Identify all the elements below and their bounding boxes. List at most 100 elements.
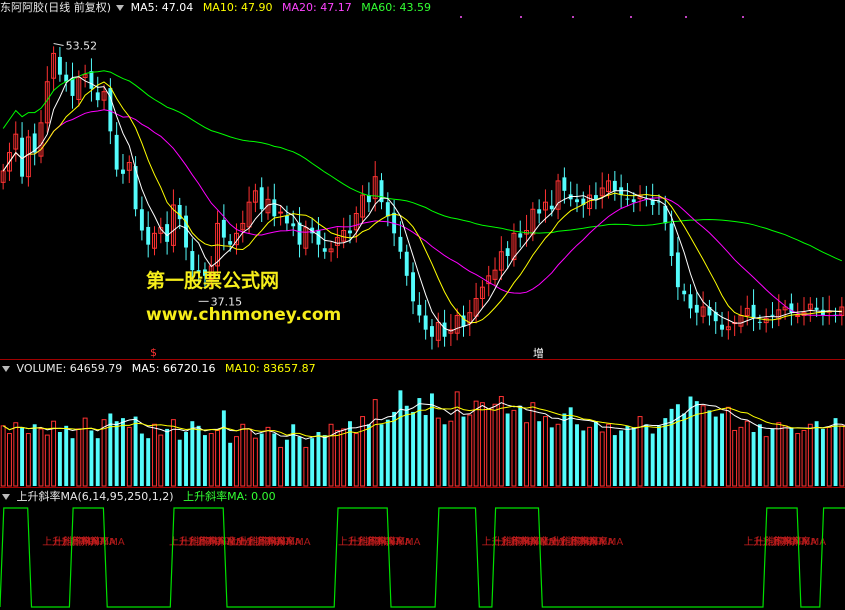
candle-body: [165, 224, 170, 242]
volume-bar: [310, 438, 315, 486]
ma5-readout: MA5: 47.04: [130, 1, 194, 14]
volume-bar: [650, 433, 655, 486]
volume-bar: [839, 425, 845, 487]
volume-bar: [732, 429, 738, 487]
stock-title[interactable]: 东阿阿胶(日线 前复权): [0, 1, 111, 14]
candle-body: [411, 272, 415, 302]
watermark-title: 第一股票公式网: [146, 270, 280, 292]
dropdown-icon[interactable]: [2, 493, 10, 500]
volume-bar: [442, 424, 447, 486]
volume-bar: [322, 435, 327, 486]
volume-bar: [38, 428, 44, 487]
volume-bar: [126, 426, 132, 487]
candle-body: [537, 209, 542, 214]
watermark-url: www.chnmoney.com: [146, 305, 342, 325]
indicator-signal-label: 上升斜率MA: [255, 535, 311, 548]
volume-readout: VOLUME: 64659.79: [16, 362, 123, 375]
volume-bar: [165, 428, 170, 486]
volume-bar: [278, 446, 284, 487]
candle-body: [505, 248, 510, 256]
volume-bar: [631, 427, 636, 486]
candle-body: [423, 315, 428, 330]
volume-bar: [657, 425, 661, 486]
volume-bar: [612, 435, 617, 486]
volume-bar: [379, 424, 384, 486]
volume-bar: [95, 438, 100, 486]
indicator-signal-label: 上升斜率MA: [365, 535, 421, 548]
candle-body: [228, 241, 233, 245]
high-price-label: 53.52: [66, 40, 98, 53]
chart-canvas[interactable]: 53.5237.15$ 增上升斜率MA上升斜率MA上升斜率MA上升斜率MA 上升斜率…: [0, 0, 845, 610]
volume-bar: [184, 432, 188, 486]
indicator-name[interactable]: 上升斜率MA(6,14,95,250,1,2): [17, 490, 174, 503]
volume-bar: [353, 433, 359, 487]
volume-bar: [713, 416, 718, 486]
price-panel-header: 东阿阿胶(日线 前复权) MA5: 47.04 MA10: 47.90 MA20…: [0, 0, 437, 16]
volume-bar: [366, 424, 371, 486]
volume-bar: [121, 418, 125, 486]
volume-bar: [833, 418, 838, 486]
volume-bar: [101, 419, 107, 487]
indicator-panel-header: 上升斜率MA(6,14,95,250,1,2) 上升斜率MA: 0.00: [0, 489, 282, 505]
candle-body: [221, 219, 226, 238]
candle-body: [625, 198, 630, 200]
candle-body: [322, 248, 327, 252]
volume-panel-header: VOLUME: 64659.79 MA5: 66720.16 MA10: 836…: [0, 361, 322, 377]
volume-bar: [234, 436, 239, 487]
volume-bar: [720, 413, 724, 486]
volume-bar: [498, 396, 504, 487]
ma5-line: [2, 76, 842, 332]
volume-bar: [568, 407, 573, 486]
candle-body: [688, 294, 693, 309]
candle-body: [291, 223, 296, 227]
volume-bar: [208, 433, 214, 487]
volume-bar: [757, 424, 762, 486]
volume-bar: [606, 423, 611, 487]
volume-bar: [619, 430, 624, 486]
volume-bar: [228, 442, 233, 486]
volume-bar: [795, 433, 801, 487]
volume-bar: [751, 432, 756, 486]
volume-bar: [524, 422, 530, 487]
volume-bar: [32, 424, 37, 486]
ma10-readout: MA10: 47.90: [202, 1, 273, 14]
volume-bar: [0, 425, 6, 487]
volume-bar: [158, 434, 164, 487]
indicator-readout: 上升斜率MA: 0.00: [183, 490, 276, 503]
ma60-readout: MA60: 43.59: [361, 1, 431, 14]
volume-bar: [814, 421, 819, 486]
volume-bar: [820, 428, 825, 486]
candle-body: [675, 252, 680, 288]
dropdown-icon[interactable]: [2, 365, 10, 372]
volume-bar: [707, 410, 712, 486]
volume-bar: [70, 438, 75, 486]
candle-body: [404, 251, 409, 276]
candle-body: [272, 199, 277, 217]
candle-body: [430, 326, 434, 337]
volume-bar: [725, 406, 731, 487]
marker-dot: [460, 16, 462, 18]
volume-bar: [398, 390, 403, 486]
volume-bar: [537, 421, 542, 486]
volume-bar: [76, 428, 82, 487]
volume-bar: [505, 413, 510, 486]
volume-bar: [133, 416, 138, 486]
dropdown-icon[interactable]: [116, 4, 125, 11]
volume-bar: [549, 427, 554, 486]
volume-bar: [801, 429, 807, 487]
volume-bar: [89, 430, 94, 486]
indicator-signal-label: 上升斜率MA: [69, 535, 125, 548]
candle-body: [694, 304, 699, 313]
volume-bar: [221, 410, 226, 486]
candle-body: [751, 304, 756, 319]
candle-body: [95, 92, 100, 101]
candle-body: [348, 230, 352, 234]
candle-body: [795, 315, 801, 317]
volume-bar: [448, 420, 454, 487]
volume-bar: [64, 425, 69, 486]
volume-bar: [25, 433, 31, 487]
volume-bar: [13, 422, 19, 487]
candle-body: [146, 226, 151, 245]
indicator-signal-label: 上升斜率MA: [568, 535, 624, 548]
volume-bar: [316, 432, 321, 486]
